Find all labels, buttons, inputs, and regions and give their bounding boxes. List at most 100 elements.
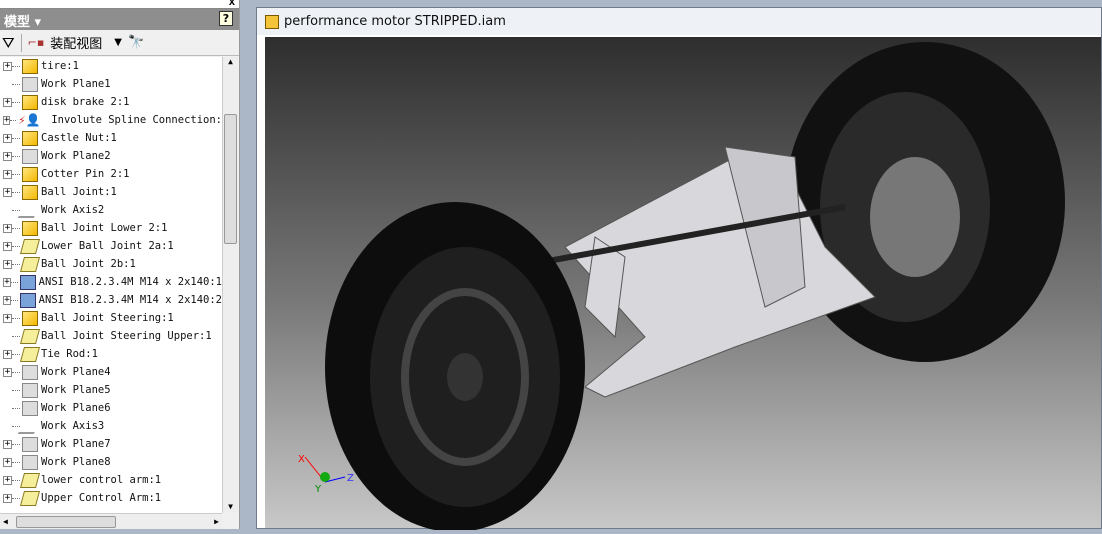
expand-icon[interactable]: + xyxy=(3,295,11,305)
expand-icon[interactable]: + xyxy=(3,115,11,125)
tree-item[interactable]: + Work Plane8 xyxy=(0,453,222,471)
plane-icon xyxy=(22,400,38,416)
flex-icon xyxy=(19,256,41,272)
tree-item[interactable]: Work Axis3 xyxy=(0,417,222,435)
tree-item[interactable]: + disk brake 2:1 xyxy=(0,93,222,111)
tree-line xyxy=(12,353,20,355)
tree-item[interactable]: + Castle Nut:1 xyxy=(0,129,222,147)
axis-icon xyxy=(17,202,43,218)
panel-title[interactable]: 模型 ▾? xyxy=(0,9,239,30)
tree-item[interactable]: + Cotter Pin 2:1 xyxy=(0,165,222,183)
horizontal-scrollbar[interactable]: ◀ ▶ xyxy=(0,513,222,529)
filter-icon[interactable]: ⛛ xyxy=(2,34,15,52)
tree-item[interactable]: + Ball Joint:1 xyxy=(0,183,222,201)
toolbar-divider xyxy=(20,33,22,52)
tree-item[interactable]: + Work Plane7 xyxy=(0,435,222,453)
suspension-model: X Z Y xyxy=(298,42,1065,532)
expand-icon[interactable]: + xyxy=(3,493,12,503)
scroll-thumb[interactable] xyxy=(224,114,237,244)
tree-item[interactable]: Work Plane1 xyxy=(0,75,222,93)
tree-item[interactable]: Ball Joint Steering Upper:1 xyxy=(0,327,222,345)
tree-line xyxy=(12,425,20,427)
expand-icon[interactable]: + xyxy=(3,367,12,377)
tree-line xyxy=(10,281,18,283)
expand-icon[interactable]: + xyxy=(3,187,12,197)
model-browser-panel: x 模型 ▾? ⛛ ⌐▪ 装配视图 ▼ 🔭 + tire:1 Work Plane1… xyxy=(0,0,240,529)
scroll-left-arrow[interactable]: ◀ xyxy=(3,517,8,526)
expand-icon[interactable]: + xyxy=(3,223,12,233)
expand-icon[interactable]: + xyxy=(3,439,12,449)
flex-icon xyxy=(19,328,41,344)
scroll-down-arrow[interactable]: ▼ xyxy=(223,502,238,511)
tree-item[interactable]: Work Plane5 xyxy=(0,381,222,399)
flex-icon xyxy=(19,490,41,506)
scroll-up-arrow[interactable]: ▲ xyxy=(223,57,238,66)
tree-item[interactable]: + Upper Control Arm:1 xyxy=(0,489,222,507)
plane-icon xyxy=(22,148,38,164)
tree-item-label: Ball Joint Steering Upper:1 xyxy=(41,330,212,342)
tree-item-label: Work Plane1 xyxy=(41,78,111,90)
axis-triad: X Z Y xyxy=(298,454,354,495)
tree-item[interactable]: + Ball Joint Lower 2:1 xyxy=(0,219,222,237)
tree-item-label: Work Plane8 xyxy=(41,456,111,468)
expand-icon[interactable]: + xyxy=(3,97,12,107)
tree-item-label: Work Axis2 xyxy=(41,204,105,216)
expand-icon[interactable]: + xyxy=(3,151,12,161)
expand-icon[interactable]: + xyxy=(3,457,12,467)
expand-icon[interactable]: + xyxy=(3,259,12,269)
tree-line xyxy=(12,335,20,337)
part-icon xyxy=(22,130,38,146)
tree-item-label: Ball Joint Steering:1 xyxy=(41,312,174,324)
flex-icon xyxy=(19,472,41,488)
vertical-scrollbar[interactable]: ▲ ▼ xyxy=(222,57,238,513)
assembly-view-label[interactable]: 装配视图 xyxy=(50,33,102,52)
tree-item[interactable]: + Lower Ball Joint 2a:1 xyxy=(0,237,222,255)
expand-icon[interactable]: + xyxy=(3,475,12,485)
tree-item[interactable]: + Ball Joint Steering:1 xyxy=(0,309,222,327)
triad-y-label: Y xyxy=(314,484,322,495)
tree-item-label: Work Plane4 xyxy=(41,366,111,378)
tree-item[interactable]: + tire:1 xyxy=(0,57,222,75)
document-title: performance motor STRIPPED.iam xyxy=(284,14,506,29)
3d-viewport[interactable]: X Z Y xyxy=(265,37,1101,532)
expand-icon[interactable]: + xyxy=(3,61,12,71)
tree-item[interactable]: + ANSI B18.2.3.4M M14 x 2x140:2 xyxy=(0,291,222,309)
tree-item[interactable]: Work Plane6 xyxy=(0,399,222,417)
tree-line xyxy=(10,119,17,121)
expand-icon[interactable]: + xyxy=(3,349,12,359)
tree-line xyxy=(12,101,20,103)
tree-item-label: Upper Control Arm:1 xyxy=(41,492,162,504)
close-button[interactable]: x xyxy=(229,0,235,8)
browser-toolbar: ⛛ ⌐▪ 装配视图 ▼ 🔭 xyxy=(0,30,239,56)
view-dropdown-icon[interactable]: ▼ xyxy=(114,37,122,48)
tree-line xyxy=(10,299,18,301)
tree-item[interactable]: + Ball Joint 2b:1 xyxy=(0,255,222,273)
expand-icon[interactable]: + xyxy=(3,313,12,323)
triad-x-label: X xyxy=(298,454,305,465)
document-title-bar[interactable]: performance motor STRIPPED.iam xyxy=(257,8,1101,35)
tree-item-label: Lower Ball Joint 2a:1 xyxy=(41,240,174,252)
tree-item[interactable]: + Work Plane2 xyxy=(0,147,222,165)
chevron-down-icon[interactable]: ▾ xyxy=(35,15,42,30)
tree-line xyxy=(12,443,20,445)
tree-item[interactable]: + ANSI B18.2.3.4M M14 x 2x140:1 xyxy=(0,273,222,291)
expand-icon[interactable]: + xyxy=(3,133,12,143)
tree-item-label: Ball Joint Lower 2:1 xyxy=(41,222,168,234)
scroll-right-arrow[interactable]: ▶ xyxy=(214,517,219,526)
tree-item[interactable]: + ⚡👤 Involute Spline Connection: xyxy=(0,111,222,129)
expand-icon[interactable]: + xyxy=(3,277,11,287)
find-binoculars-icon[interactable]: 🔭 xyxy=(128,35,144,50)
tree-item[interactable]: + Tie Rod:1 xyxy=(0,345,222,363)
tree-item-label: Work Plane2 xyxy=(41,150,111,162)
tree-item[interactable]: Work Axis2 xyxy=(0,201,222,219)
tree-item[interactable]: + Work Plane4 xyxy=(0,363,222,381)
scroll-thumb-h[interactable] xyxy=(16,516,116,528)
part-icon xyxy=(22,310,38,326)
tree-item-label: disk brake 2:1 xyxy=(41,96,130,108)
tree-line xyxy=(12,371,20,373)
expand-icon[interactable]: + xyxy=(3,169,12,179)
tree-item[interactable]: + lower control arm:1 xyxy=(0,471,222,489)
expand-icon[interactable]: + xyxy=(3,241,12,251)
plane-icon xyxy=(22,454,38,470)
help-button[interactable]: ? xyxy=(219,11,233,26)
